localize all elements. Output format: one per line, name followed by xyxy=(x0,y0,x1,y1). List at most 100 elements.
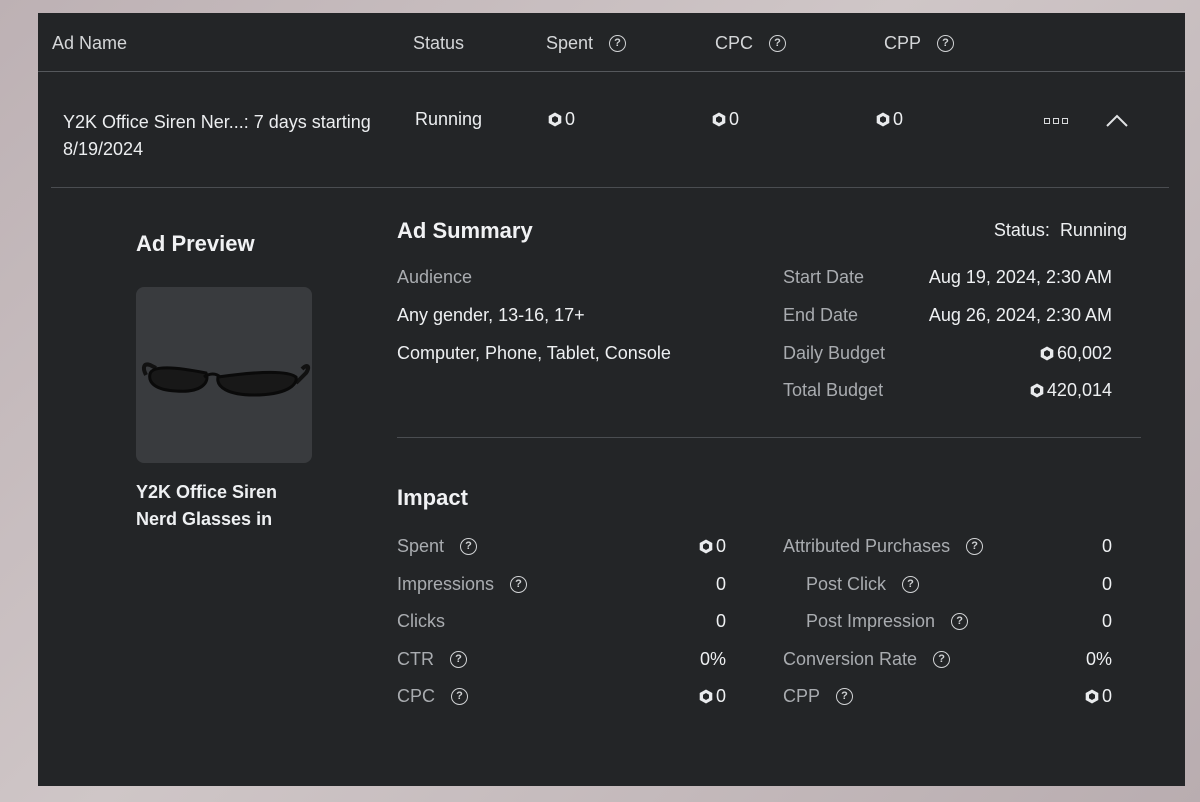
column-cpp[interactable]: CPP? xyxy=(884,33,955,54)
help-icon[interactable]: ? xyxy=(933,651,951,668)
impact-cpc-text: CPC xyxy=(397,686,436,706)
ctr-text: CTR xyxy=(397,649,434,669)
impact-cpp-amount: 0 xyxy=(1101,686,1112,706)
help-icon[interactable]: ? xyxy=(966,538,984,555)
impact-spent-value: 0 xyxy=(678,536,726,557)
chevron-up-icon[interactable] xyxy=(1106,113,1128,127)
table-header: Ad Name Status Spent? CPC? CPP? xyxy=(38,13,1185,72)
summary-status: Status: Running xyxy=(994,220,1127,241)
row-divider xyxy=(51,187,1169,188)
impact-cpp-value: 0 xyxy=(1085,686,1112,707)
robux-icon xyxy=(1040,346,1054,361)
post-click-value: 0 xyxy=(1101,574,1112,594)
cpp-value: 0 xyxy=(893,109,904,129)
start-date-value: Aug 19, 2024, 2:30 AM xyxy=(928,267,1112,287)
ad-name-cell: Y2K Office Siren Ner...: 7 days starting… xyxy=(63,109,371,163)
spent-cell: 0 xyxy=(548,109,575,130)
help-icon[interactable]: ? xyxy=(951,613,969,630)
cpc-value: 0 xyxy=(729,109,740,129)
ctr-label: CTR? xyxy=(397,649,467,670)
ad-preview-heading: Ad Preview xyxy=(136,231,255,256)
cpc-cell: 0 xyxy=(712,109,739,130)
post-impression-text: Post Impression xyxy=(806,611,936,631)
attributed-purchases-label: Attributed Purchases? xyxy=(783,536,984,557)
more-options-icon[interactable] xyxy=(1044,118,1068,124)
ad-summary-heading: Ad Summary xyxy=(397,218,533,243)
impressions-value: 0 xyxy=(715,574,726,594)
help-icon[interactable]: ? xyxy=(450,651,467,668)
post-impression-value: 0 xyxy=(1101,611,1112,631)
daily-budget-value: 60,002 xyxy=(1040,343,1112,364)
impact-heading: Impact xyxy=(397,485,468,510)
help-icon[interactable]: ? xyxy=(836,688,854,705)
audience-devices: Computer, Phone, Tablet, Console xyxy=(397,343,671,363)
end-date-label: End Date xyxy=(783,305,859,325)
impact-cpp-text: CPP xyxy=(783,686,821,706)
help-icon[interactable]: ? xyxy=(769,35,787,52)
post-impression-label: Post Impression? xyxy=(806,611,969,632)
ad-name-date: 8/19/2024 xyxy=(63,139,144,159)
help-icon[interactable]: ? xyxy=(451,688,469,705)
cpp-cell: 0 xyxy=(876,109,903,130)
robux-icon xyxy=(699,539,713,554)
column-status[interactable]: Status xyxy=(413,33,464,54)
column-cpc-label: CPC xyxy=(715,33,754,53)
summary-status-label: Status: xyxy=(993,220,1050,240)
attributed-purchases-value: 0 xyxy=(1101,536,1112,556)
column-ad-name[interactable]: Ad Name xyxy=(52,33,127,54)
summary-status-value: Running xyxy=(1059,220,1127,240)
robux-icon xyxy=(876,112,890,127)
impressions-text: Impressions xyxy=(397,574,495,594)
impact-spent-amount: 0 xyxy=(715,536,726,556)
post-click-text: Post Click xyxy=(806,574,887,594)
ad-item-name-line1: Y2K Office Siren xyxy=(136,482,278,502)
conversion-rate-text: Conversion Rate xyxy=(783,649,918,669)
impact-spent-label: Spent? xyxy=(397,536,478,557)
ctr-value: 0% xyxy=(699,649,726,669)
help-icon[interactable]: ? xyxy=(460,538,478,555)
total-budget-label: Total Budget xyxy=(783,380,884,400)
table-row[interactable]: Y2K Office Siren Ner...: 7 days starting… xyxy=(38,72,1185,187)
ad-preview-image xyxy=(136,287,312,463)
column-cpp-label: CPP xyxy=(884,33,922,53)
robux-icon xyxy=(548,112,562,127)
column-cpc[interactable]: CPC? xyxy=(715,33,787,54)
ads-table-panel: Ad Name Status Spent? CPC? CPP? Y2K Offi… xyxy=(38,13,1185,786)
ad-name-line: Y2K Office Siren Ner...: 7 days starting xyxy=(63,112,371,132)
impact-cpc-amount: 0 xyxy=(715,686,726,706)
ad-item-name: Y2K Office Siren Nerd Glasses in xyxy=(136,479,277,533)
clicks-value: 0 xyxy=(715,611,726,631)
column-spent[interactable]: Spent? xyxy=(546,33,627,54)
audience-demographics: Any gender, 13-16, 17+ xyxy=(397,305,585,325)
attributed-purchases-text: Attributed Purchases xyxy=(783,536,951,556)
impact-cpc-label: CPC? xyxy=(397,686,469,707)
help-icon[interactable]: ? xyxy=(609,35,627,52)
daily-budget-label: Daily Budget xyxy=(783,343,886,363)
conversion-rate-label: Conversion Rate? xyxy=(783,649,951,670)
total-budget-value: 420,014 xyxy=(1030,380,1112,401)
robux-icon xyxy=(1085,689,1099,704)
impact-cpp-label: CPP? xyxy=(783,686,854,707)
audience-label: Audience xyxy=(397,267,473,287)
conversion-rate-value: 0% xyxy=(1085,649,1112,669)
robux-icon xyxy=(712,112,726,127)
impressions-label: Impressions? xyxy=(397,574,528,595)
total-budget-amount: 420,014 xyxy=(1046,380,1112,400)
post-click-label: Post Click? xyxy=(806,574,920,595)
column-status-label: Status xyxy=(413,33,465,53)
impact-spent-text: Spent xyxy=(397,536,445,556)
help-icon[interactable]: ? xyxy=(902,576,920,593)
end-date-value: Aug 26, 2024, 2:30 AM xyxy=(928,305,1112,325)
impact-cpc-value: 0 xyxy=(678,686,726,707)
robux-icon xyxy=(1030,383,1044,398)
start-date-label: Start Date xyxy=(783,267,865,287)
status-cell: Running xyxy=(415,109,483,129)
help-icon[interactable]: ? xyxy=(937,35,955,52)
section-divider xyxy=(397,437,1141,438)
ad-item-name-line2: Nerd Glasses in xyxy=(136,509,273,529)
column-spent-label: Spent xyxy=(546,33,594,53)
spent-value: 0 xyxy=(565,109,576,129)
robux-icon xyxy=(699,689,713,704)
daily-budget-amount: 60,002 xyxy=(1056,343,1112,363)
help-icon[interactable]: ? xyxy=(510,576,528,593)
